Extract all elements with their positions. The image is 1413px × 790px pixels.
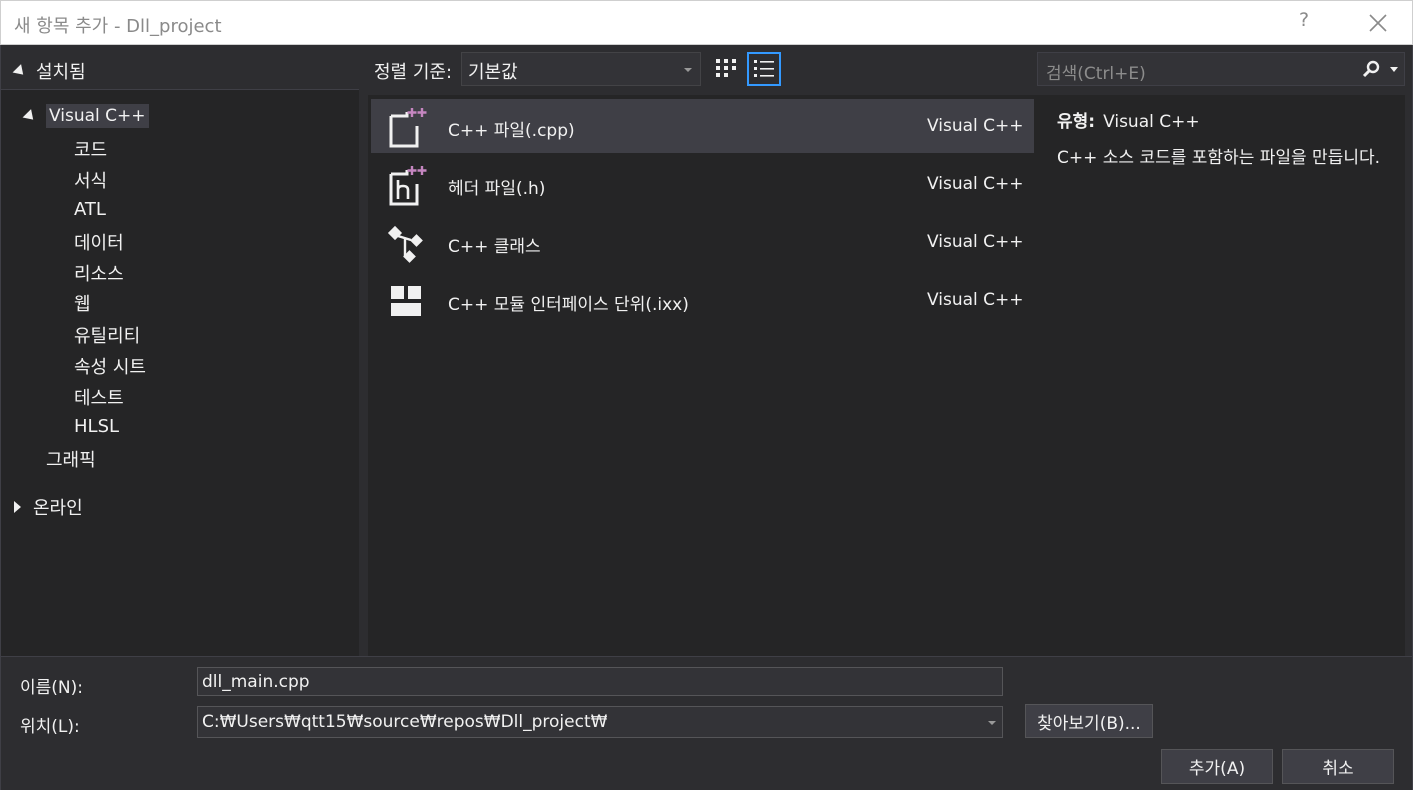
template-row-module-interface[interactable]: C++ 모듈 인터페이스 단위(.ixx) Visual C++ bbox=[371, 273, 1034, 327]
template-language: Visual C++ bbox=[927, 232, 1024, 252]
tree-item-atl[interactable]: ATL bbox=[74, 199, 106, 220]
tree-item-resource[interactable]: 리소스 bbox=[74, 260, 124, 286]
tree-item-code[interactable]: 코드 bbox=[74, 136, 107, 162]
type-line: 유형: Visual C++ bbox=[1057, 107, 1385, 132]
sort-value: 기본값 bbox=[468, 62, 518, 83]
template-row-header-file[interactable]: 헤더 파일(.h) Visual C++ bbox=[371, 157, 1034, 211]
close-icon[interactable] bbox=[1367, 12, 1389, 34]
cancel-button[interactable]: 취소 bbox=[1282, 749, 1394, 784]
template-row-class[interactable]: C++ 클래스 Visual C++ bbox=[371, 215, 1034, 269]
tree-item-label: Visual C++ bbox=[46, 104, 149, 128]
expand-triangle-icon[interactable] bbox=[22, 108, 38, 124]
template-language: Visual C++ bbox=[927, 116, 1024, 136]
tree-item-web[interactable]: 웹 bbox=[74, 290, 91, 316]
search-icon[interactable] bbox=[1362, 60, 1380, 78]
module-icon bbox=[391, 286, 421, 316]
search-placeholder[interactable]: 검색(Ctrl+E) bbox=[1046, 64, 1146, 84]
title-bar: 새 항목 추가 - Dll_project ? bbox=[0, 0, 1413, 45]
category-tree bbox=[1, 46, 359, 656]
template-name: 헤더 파일(.h) bbox=[448, 179, 546, 199]
template-row-cpp-file[interactable]: C++ 파일(.cpp) Visual C++ bbox=[371, 99, 1034, 153]
template-description: C++ 소스 코드를 포함하는 파일을 만듭니다. bbox=[1057, 148, 1381, 168]
template-name: C++ 클래스 bbox=[448, 237, 541, 257]
name-field-value[interactable]: dll_main.cpp bbox=[202, 672, 310, 692]
header-file-icon bbox=[389, 166, 427, 206]
search-options-chevron-icon[interactable] bbox=[1390, 67, 1398, 72]
location-value[interactable]: C:₩Users₩qtt15₩source₩repos₩Dll_project₩ bbox=[202, 712, 607, 732]
location-dropdown[interactable]: C:₩Users₩qtt15₩source₩repos₩Dll_project₩ bbox=[197, 706, 1003, 738]
class-icon bbox=[387, 225, 423, 263]
sort-dropdown[interactable]: 기본값 bbox=[461, 52, 701, 86]
tree-item-visual-cpp[interactable]: Visual C++ bbox=[22, 104, 149, 128]
online-label: 온라인 bbox=[33, 498, 83, 519]
tree-item-graphics[interactable]: 그래픽 bbox=[46, 446, 96, 472]
cpp-file-icon bbox=[389, 108, 427, 148]
tree-installed[interactable]: 설치됨 bbox=[12, 58, 86, 84]
tree-item-data[interactable]: 데이터 bbox=[74, 229, 124, 255]
sort-label: 정렬 기준: bbox=[374, 62, 453, 83]
name-label: 이름(N): bbox=[20, 678, 83, 698]
location-label: 위치(L): bbox=[20, 717, 80, 737]
tree-item-format[interactable]: 서식 bbox=[74, 167, 107, 193]
installed-label: 설치됨 bbox=[36, 62, 86, 83]
help-button[interactable]: ? bbox=[1299, 9, 1309, 31]
template-language: Visual C++ bbox=[927, 174, 1024, 194]
name-field[interactable]: dll_main.cpp bbox=[197, 667, 1003, 696]
tree-item-test[interactable]: 테스트 bbox=[74, 384, 124, 410]
chevron-down-icon[interactable] bbox=[988, 721, 996, 725]
expand-triangle-icon[interactable] bbox=[12, 63, 28, 79]
type-label: 유형: bbox=[1057, 112, 1096, 132]
grid-view-icon[interactable] bbox=[714, 56, 738, 80]
browse-button[interactable]: 찾아보기(B)... bbox=[1025, 704, 1153, 738]
tree-item-online[interactable]: 온라인 bbox=[14, 494, 83, 520]
tree-item-property-sheet[interactable]: 속성 시트 bbox=[74, 353, 146, 379]
list-view-button[interactable] bbox=[747, 52, 781, 86]
template-list: C++ 파일(.cpp) Visual C++ 헤더 파일(.h) Visual… bbox=[368, 95, 1037, 656]
tree-item-hlsl[interactable]: HLSL bbox=[74, 416, 119, 437]
search-box[interactable]: 검색(Ctrl+E) bbox=[1037, 52, 1405, 86]
chevron-down-icon bbox=[684, 68, 692, 72]
details-pane: 유형: Visual C++ C++ 소스 코드를 포함하는 파일을 만듭니다. bbox=[1037, 95, 1405, 656]
template-name: C++ 파일(.cpp) bbox=[448, 121, 575, 141]
list-view-icon bbox=[754, 60, 774, 77]
add-button[interactable]: 추가(A) bbox=[1161, 749, 1273, 784]
window-title: 새 항목 추가 - Dll_project bbox=[14, 16, 222, 37]
collapse-triangle-icon[interactable] bbox=[14, 501, 21, 513]
template-language: Visual C++ bbox=[927, 290, 1024, 310]
tree-item-utility[interactable]: 유틸리티 bbox=[74, 322, 140, 348]
type-value: Visual C++ bbox=[1103, 112, 1200, 132]
template-name: C++ 모듈 인터페이스 단위(.ixx) bbox=[448, 295, 689, 315]
